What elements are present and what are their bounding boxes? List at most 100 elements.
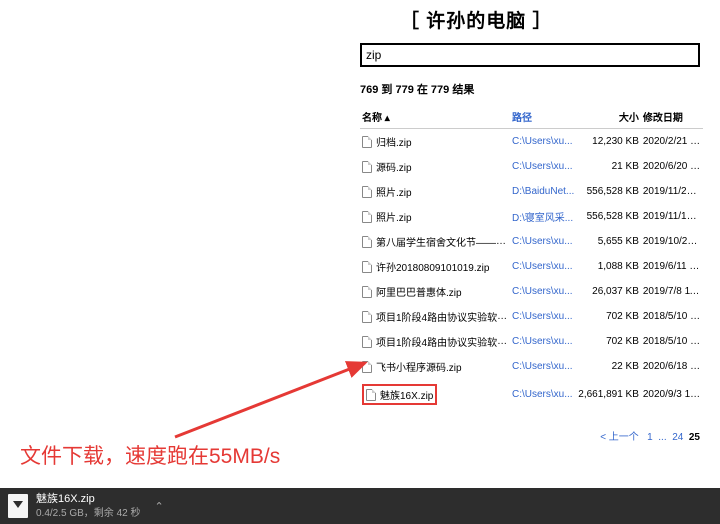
cell-date: 2019/6/11 2... [641, 254, 703, 279]
col-header-size[interactable]: 大小 [576, 105, 641, 129]
file-icon [362, 361, 372, 373]
cell-path[interactable]: C:\Users\xu... [510, 379, 576, 410]
file-icon [362, 286, 372, 298]
search-input[interactable] [360, 43, 700, 67]
col-header-date[interactable]: 修改日期 [641, 105, 703, 129]
pager-current: 25 [689, 432, 700, 443]
cell-size: 702 KB [576, 304, 641, 329]
file-name: 许孙20180809101019.zip [376, 263, 489, 274]
cell-path[interactable]: C:\Users\xu... [510, 229, 576, 254]
cell-path[interactable]: D:\寝室风采... [510, 204, 576, 229]
cell-date: 2019/10/23 ... [641, 229, 703, 254]
cell-path[interactable]: C:\Users\xu... [510, 279, 576, 304]
cell-date: 2018/5/10 1... [641, 304, 703, 329]
cell-name: 项目1阶段4路由协议实验软件... [360, 304, 510, 329]
file-icon [362, 186, 372, 198]
cell-path[interactable]: C:\Users\xu... [510, 254, 576, 279]
sort-asc-icon: ▴ [385, 113, 390, 124]
table-row[interactable]: 阿里巴巴普惠体.zip C:\Users\xu...26,037 KB2019/7… [360, 279, 703, 304]
cell-size: 2,661,891 KB [576, 379, 641, 410]
cell-name: 第八届学生宿舍文化节——寝... [360, 229, 510, 254]
file-icon [362, 336, 372, 348]
cell-size: 556,528 KB [576, 204, 641, 229]
search-results-page: ［ 许孙的电脑 ］ 769 到 779 在 779 结果 名称 ▴ 路径 大小 … [0, 0, 720, 443]
results-count: 769 到 779 在 779 结果 [360, 81, 720, 97]
cell-date: 2018/5/10 1... [641, 329, 703, 354]
cell-size: 556,528 KB [576, 179, 641, 204]
file-icon [362, 261, 372, 273]
table-row[interactable]: 第八届学生宿舍文化节——寝...C:\Users\xu...5,655 KB20… [360, 229, 703, 254]
cell-date: 2019/11/12 ... [641, 204, 703, 229]
cell-name: 归档.zip [360, 129, 510, 155]
table-row[interactable]: 源码.zip C:\Users\xu...21 KB2020/6/20 2... [360, 154, 703, 179]
pagination: < 上一个 1 ... 24 25 [360, 428, 700, 443]
cell-date: 2020/2/21 1... [641, 129, 703, 155]
pager-ellipsis: ... [658, 432, 666, 443]
cell-size: 5,655 KB [576, 229, 641, 254]
cell-size: 26,037 KB [576, 279, 641, 304]
cell-size: 21 KB [576, 154, 641, 179]
file-name: 第八届学生宿舍文化节——寝... [376, 236, 510, 249]
col-header-path[interactable]: 路径 [510, 105, 576, 129]
cell-name: 照片.zip [360, 204, 510, 229]
pager-page[interactable]: 24 [672, 432, 683, 443]
file-icon [362, 161, 372, 173]
results-table: 名称 ▴ 路径 大小 修改日期 归档.zipC:\Users\xu...12,2… [360, 105, 703, 410]
cell-size: 1,088 KB [576, 254, 641, 279]
cell-date: 2020/9/3 13:... [641, 379, 703, 410]
file-name: 照片.zip [376, 213, 412, 224]
cell-path[interactable]: C:\Users\xu... [510, 354, 576, 379]
table-row[interactable]: 归档.zip C:\Users\xu...12,230 KB2020/2/21 1… [360, 129, 703, 155]
chevron-up-icon[interactable]: ⌃ [155, 500, 164, 513]
cell-name: 飞书小程序源码.zip [360, 354, 510, 379]
file-name: 照片.zip [376, 188, 412, 199]
file-name: 阿里巴巴普惠体.zip [376, 288, 462, 299]
file-name: 源码.zip [376, 163, 412, 174]
table-row[interactable]: 许孙20180809101019.zip C:\Users\xu...1,088 … [360, 254, 703, 279]
table-row[interactable]: 照片.zip D:\BaiduNet...556,528 KB2019/11/27… [360, 179, 703, 204]
file-name: 项目1阶段4路由协议实验软件... [376, 311, 510, 324]
cell-date: 2020/6/20 2... [641, 154, 703, 179]
cell-size: 702 KB [576, 329, 641, 354]
cell-size: 22 KB [576, 354, 641, 379]
cell-name: 阿里巴巴普惠体.zip [360, 279, 510, 304]
file-icon [362, 136, 372, 148]
download-bar: 魅族16X.zip 0.4/2.5 GB，剩余 42 秒 ⌃ [0, 488, 720, 524]
page-title: ［ 许孙的电脑 ］ [400, 6, 720, 33]
table-row[interactable]: 魅族16X.zip C:\Users\xu...2,661,891 KB2020/… [360, 379, 703, 410]
cell-date: 2019/7/8 11:19 [641, 279, 703, 304]
annotation-text: 文件下载，速度跑在55MB/s [20, 440, 280, 470]
download-filename: 魅族16X.zip [36, 492, 141, 506]
table-row[interactable]: 项目1阶段4路由协议实验软件...C:\Users\xu...702 KB201… [360, 329, 703, 354]
file-icon [362, 311, 372, 323]
cell-date: 2020/6/18 1... [641, 354, 703, 379]
cell-date: 2019/11/27 ... [641, 179, 703, 204]
file-name: 归档.zip [376, 138, 412, 149]
cell-size: 12,230 KB [576, 129, 641, 155]
col-header-name[interactable]: 名称 ▴ [360, 105, 510, 129]
cell-name: 魅族16X.zip [360, 379, 510, 410]
pager-page[interactable]: 1 [647, 432, 653, 443]
download-file-icon [8, 494, 28, 518]
cell-path[interactable]: D:\BaiduNet... [510, 179, 576, 204]
file-name: 魅族16X.zip [380, 391, 433, 402]
file-name: 飞书小程序源码.zip [376, 363, 462, 374]
table-header-row: 名称 ▴ 路径 大小 修改日期 [360, 105, 703, 129]
download-item[interactable]: 魅族16X.zip 0.4/2.5 GB，剩余 42 秒 [36, 492, 141, 519]
cell-path[interactable]: C:\Users\xu... [510, 129, 576, 155]
cell-name: 照片.zip [360, 179, 510, 204]
pager-prev[interactable]: < 上一个 [600, 432, 639, 443]
download-status: 0.4/2.5 GB，剩余 42 秒 [36, 507, 141, 520]
file-icon [366, 389, 376, 401]
cell-name: 许孙20180809101019.zip [360, 254, 510, 279]
file-icon [362, 211, 372, 223]
cell-path[interactable]: C:\Users\xu... [510, 329, 576, 354]
table-row[interactable]: 项目1阶段4路由协议实验软件...C:\Users\xu...702 KB201… [360, 304, 703, 329]
file-icon [362, 236, 372, 248]
table-row[interactable]: 照片.zip D:\寝室风采...556,528 KB2019/11/12 ... [360, 204, 703, 229]
table-row[interactable]: 飞书小程序源码.zip C:\Users\xu...22 KB2020/6/18 … [360, 354, 703, 379]
file-name: 项目1阶段4路由协议实验软件... [376, 336, 510, 349]
cell-path[interactable]: C:\Users\xu... [510, 154, 576, 179]
cell-path[interactable]: C:\Users\xu... [510, 304, 576, 329]
cell-name: 源码.zip [360, 154, 510, 179]
